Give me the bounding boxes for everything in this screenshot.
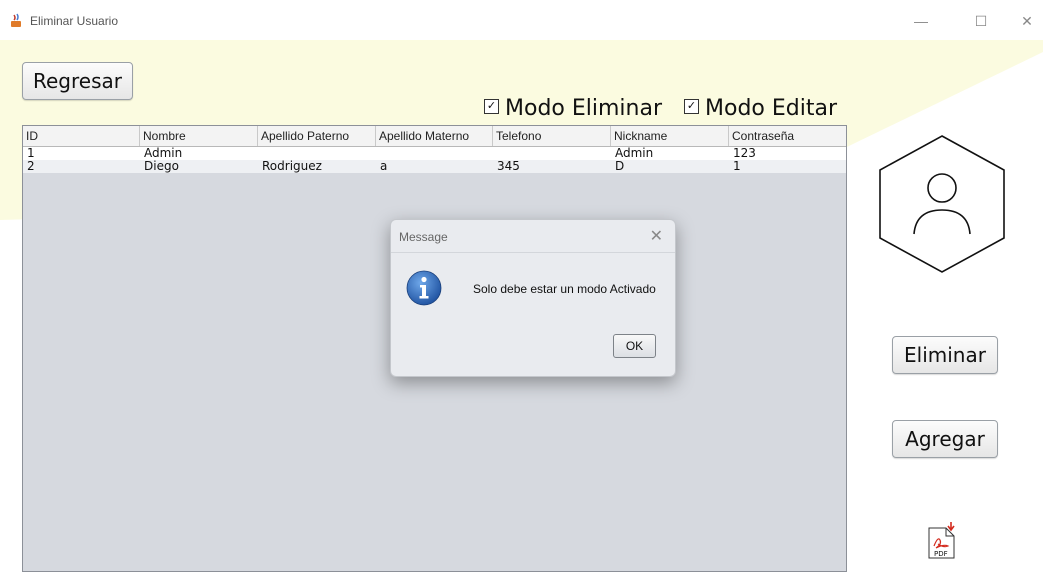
cell-contrasena: 1: [733, 159, 741, 173]
cell-apellido-materno: a: [380, 159, 388, 173]
cell-telefono: 345: [497, 159, 520, 173]
title-bar: Eliminar Usuario — ☐ ✕: [0, 0, 1043, 40]
minimize-button[interactable]: —: [898, 8, 944, 34]
modo-editar-checkbox[interactable]: ✓ Modo Editar: [684, 96, 837, 126]
column-header-telefono[interactable]: Telefono: [493, 126, 611, 146]
modo-editar-label: Modo Editar: [705, 96, 837, 121]
modo-eliminar-label: Modo Eliminar: [505, 96, 662, 121]
message-dialog: Message ✕ Solo debe estar un modo Activa…: [390, 219, 676, 377]
dialog-message: Solo debe estar un modo Activado: [473, 282, 656, 296]
window-title: Eliminar Usuario: [30, 14, 119, 28]
cell-nombre: Diego: [144, 159, 179, 173]
cell-id: 2: [27, 159, 35, 173]
java-app-icon: [11, 13, 21, 27]
main-panel: Regresar ✓ Modo Eliminar ✓ Modo Editar ID …: [0, 40, 1043, 582]
dialog-close-icon[interactable]: ✕: [650, 226, 663, 246]
ok-button[interactable]: OK: [613, 334, 656, 358]
dialog-separator: [391, 252, 675, 253]
eliminar-button[interactable]: Eliminar: [892, 336, 998, 374]
svg-text:PDF: PDF: [934, 550, 948, 558]
table-row[interactable]: 2 Diego Rodriguez a 345 D 1: [23, 160, 846, 173]
regresar-button[interactable]: Regresar: [22, 62, 133, 100]
column-header-id[interactable]: ID: [23, 126, 140, 146]
column-header-nickname[interactable]: Nickname: [611, 126, 729, 146]
checkbox-checked-icon: ✓: [484, 98, 499, 114]
maximize-button[interactable]: ☐: [958, 8, 1004, 34]
table-header: ID Nombre Apellido Paterno Apellido Mate…: [23, 126, 846, 147]
column-header-nombre[interactable]: Nombre: [140, 126, 258, 146]
column-header-contrasena[interactable]: Contraseña: [729, 126, 846, 146]
info-icon: [406, 270, 442, 306]
agregar-button[interactable]: Agregar: [892, 420, 998, 458]
close-button[interactable]: ✕: [1004, 8, 1043, 34]
user-hexagon-icon: [879, 135, 1005, 273]
app-window: Eliminar Usuario — ☐ ✕ Regresar ✓ Modo El…: [0, 0, 1043, 582]
cell-apellido-paterno: Rodriguez: [262, 159, 322, 173]
column-header-apellido-paterno[interactable]: Apellido Paterno: [258, 126, 376, 146]
pdf-icon[interactable]: PDF: [926, 522, 958, 560]
checkbox-checked-icon: ✓: [684, 98, 699, 114]
cell-nickname: D: [615, 159, 625, 173]
dialog-title: Message: [399, 230, 448, 244]
modo-eliminar-checkbox[interactable]: ✓ Modo Eliminar: [484, 96, 662, 126]
column-header-apellido-materno[interactable]: Apellido Materno: [376, 126, 493, 146]
